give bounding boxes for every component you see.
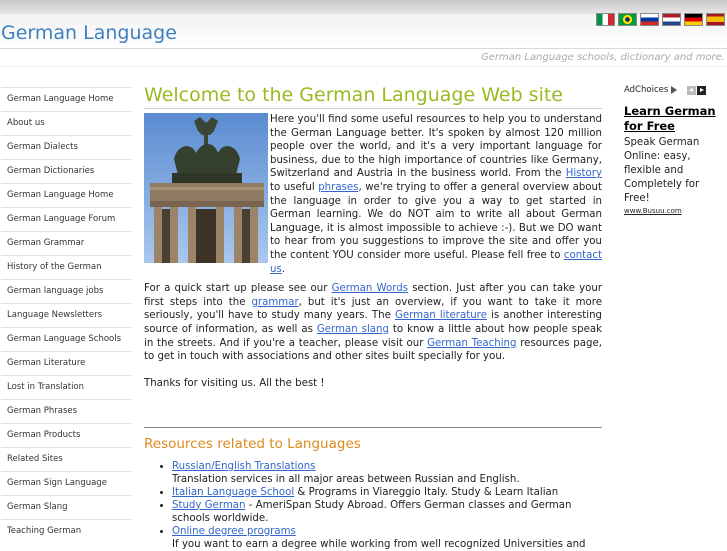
top-bar [0,0,727,14]
german-teaching-link[interactable]: German Teaching [427,338,516,349]
site-tagline: German Language schools, dictionary and … [481,52,725,63]
sidebar-nav-item[interactable]: German Products [1,423,131,447]
phrases-link[interactable]: phrases [318,182,358,193]
resource-description: Translation services in all major areas … [172,473,520,485]
main-content: Welcome to the German Language Web site … [144,84,602,551]
sidebar-nav-item[interactable]: German Literature [1,351,131,375]
sidebar-nav-item[interactable]: German Language Home [1,87,131,111]
section-divider [144,426,602,428]
sidebar-nav-item[interactable]: Lost in Translation [1,375,131,399]
resources-list: Russian/English TranslationsTranslation … [144,460,602,551]
netherlands-flag[interactable] [662,13,681,26]
resource-inline-text: & Programs in Viareggio Italy. Study & L… [294,486,559,498]
sidebar-nav: German Language Home About us German Diale… [1,87,131,543]
resource-item: Study German - AmeriSpan Study Abroad. O… [172,499,602,525]
tagline-divider [0,66,727,67]
resource-link[interactable]: Online degree programs [172,526,296,537]
resource-item: Italian Language School & Programs in Vi… [172,486,602,499]
site-title[interactable]: German Language [1,22,177,44]
sidebar-nav-item[interactable]: German Sign Language [1,471,131,495]
ad-url-link[interactable]: www.Busuu.com [624,207,724,215]
sidebar-nav-item[interactable]: Language Newsletters [1,303,131,327]
sidebar-nav-item[interactable]: German Dictionaries [1,159,131,183]
sidebar-nav-item[interactable]: About us [1,111,131,135]
german-slang-link[interactable]: German slang [317,324,389,335]
resource-description: If you want to earn a degree while worki… [172,538,586,550]
resource-link[interactable]: Italian Language School [172,487,294,498]
brandenburg-gate-photo [144,113,268,263]
russia-flag[interactable] [640,13,659,26]
sidebar-nav-item[interactable]: German Language Home [1,183,131,207]
resource-item: Russian/English TranslationsTranslation … [172,460,602,486]
brazil-flag[interactable] [618,13,637,26]
resource-item: Online degree programsIf you want to ear… [172,525,602,551]
resource-link[interactable]: Study German [172,500,245,511]
sidebar-nav-item[interactable]: Related Sites [1,447,131,471]
history-link[interactable]: History [566,168,602,179]
resource-link[interactable]: Russian/English Translations [172,461,316,472]
ad-prev-icon[interactable] [687,85,696,95]
adchoices-label[interactable]: AdChoices [624,85,668,95]
sidebar-nav-item[interactable]: Teaching German [1,519,131,543]
language-flags [596,13,725,26]
page-title: Welcome to the German Language Web site [144,84,602,109]
sidebar-nav-item[interactable]: German Language Forum [1,207,131,231]
resources-heading: Resources related to Languages [144,435,361,452]
sidebar-nav-item[interactable]: German Grammar [1,231,131,255]
italy-flag[interactable] [596,13,615,26]
sidebar-nav-item[interactable]: History of the German [1,255,131,279]
sidebar-nav-item[interactable]: German Dialects [1,135,131,159]
ad-title-link[interactable]: Learn German for Free [624,104,724,134]
ad-block: AdChoices Learn German for Free Speak Ge… [624,84,724,215]
spain-flag[interactable] [706,13,725,26]
adchoices-icon[interactable] [671,86,678,94]
germany-flag[interactable] [684,13,703,26]
german-literature-link[interactable]: German literature [395,310,487,321]
sidebar-nav-item[interactable]: German Slang [1,495,131,519]
thanks-text: Thanks for visiting us. All the best ! [144,377,325,389]
ad-body: Speak German Online: easy, flexible and … [624,137,700,204]
ad-next-icon[interactable] [697,85,706,95]
header-divider [0,48,727,49]
sidebar-nav-item[interactable]: German Language Schools [1,327,131,351]
grammar-link[interactable]: grammar [251,297,298,308]
quickstart-paragraph: For a quick start up please see our Germ… [144,283,603,363]
german-words-link[interactable]: German Words [332,283,408,294]
sidebar-nav-item[interactable]: German Phrases [1,399,131,423]
sidebar-nav-item[interactable]: German language jobs [1,279,131,303]
